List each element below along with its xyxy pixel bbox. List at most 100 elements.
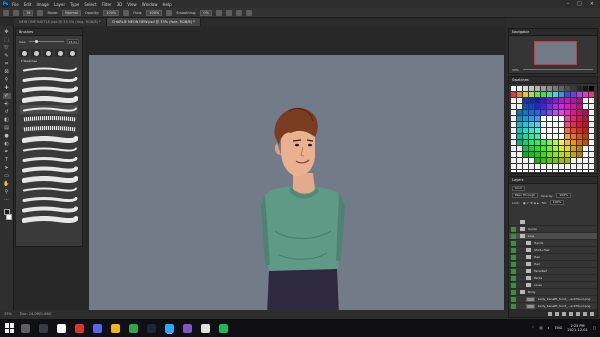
eye-icon[interactable]	[511, 289, 516, 295]
app-icon[interactable]	[183, 323, 192, 333]
color-wheel-swatches[interactable]	[511, 86, 595, 175]
network-icon[interactable]: ▥	[539, 326, 542, 330]
clock[interactable]: 2:25 PM 2021-12-01	[567, 324, 587, 333]
navigator-preview[interactable]	[534, 41, 577, 65]
layer-group-row[interactable]: Body	[509, 289, 597, 296]
eraser-tool-icon[interactable]: ◧	[3, 117, 11, 123]
new-group-icon[interactable]	[576, 311, 580, 316]
tab-document-2[interactable]: CHARLIE NEON NEW.psd @ 33% (fore, RGB/8)…	[106, 18, 201, 26]
eye-icon[interactable]	[511, 303, 516, 309]
type-tool-icon[interactable]: T	[3, 157, 11, 163]
airbrush-icon[interactable]	[166, 9, 173, 16]
brush-preset[interactable]	[20, 65, 78, 74]
menu-select[interactable]: Select	[84, 2, 96, 7]
quick-select-tool-icon[interactable]: ✎	[3, 53, 11, 59]
menu-file[interactable]: File	[12, 2, 19, 7]
mask-icon[interactable]	[562, 311, 566, 316]
minimize-icon[interactable]: –	[567, 1, 570, 7]
brush-preset[interactable]	[20, 175, 78, 184]
menu-help[interactable]: Help	[162, 2, 171, 7]
brush-size-slider-knob[interactable]	[35, 40, 39, 43]
healing-tool-icon[interactable]: ✚	[3, 85, 11, 91]
gear-icon[interactable]	[215, 9, 222, 16]
canvas-area[interactable]	[14, 26, 506, 315]
artboard[interactable]	[89, 55, 504, 315]
link-layers-icon[interactable]	[548, 311, 552, 316]
eye-icon[interactable]	[511, 275, 516, 281]
background-color-swatch[interactable]	[5, 214, 12, 220]
recent-brush-tip[interactable]	[67, 49, 77, 57]
layer-opacity-input[interactable]: 100%	[556, 193, 571, 198]
search-icon[interactable]	[21, 323, 30, 333]
color-swatches-grid[interactable]	[511, 86, 595, 175]
menu-type[interactable]: Type	[70, 2, 79, 7]
zoom-level[interactable]: 33%	[4, 310, 12, 319]
recent-brush-tip[interactable]	[19, 49, 29, 57]
brush-preset[interactable]	[20, 75, 78, 84]
task-view-icon[interactable]	[39, 323, 48, 333]
brush-settings-icon[interactable]	[37, 9, 44, 16]
menu-window[interactable]: Window	[142, 2, 158, 7]
menu-3d[interactable]: 3D	[117, 2, 123, 7]
media-icon[interactable]	[75, 323, 84, 333]
crop-tool-icon[interactable]: ⌗	[3, 61, 11, 67]
history-brush-tool-icon[interactable]: ↺	[3, 109, 11, 115]
layer-group-row[interactable]	[509, 219, 597, 226]
blur-tool-icon[interactable]: ●	[3, 133, 11, 139]
eye-icon[interactable]	[511, 261, 516, 267]
brush-preset[interactable]	[20, 145, 78, 154]
eye-icon[interactable]	[511, 233, 516, 239]
eye-icon[interactable]	[511, 240, 516, 246]
tab-document-1[interactable]: NEW ONE BATTLE.psd @ 33.3% (Img, RGB/8) …	[14, 18, 107, 26]
zoom-tool-icon[interactable]: ⚲	[3, 189, 11, 195]
obs-icon[interactable]	[57, 323, 66, 333]
marquee-tool-icon[interactable]: ⬚	[3, 37, 11, 43]
brush-preset[interactable]	[20, 185, 78, 194]
stamp-tool-icon[interactable]: ⎆	[3, 101, 11, 107]
eye-icon[interactable]	[511, 247, 516, 253]
pressure-size-icon[interactable]	[235, 9, 242, 16]
file-explorer-icon[interactable]	[111, 323, 120, 333]
flow-input[interactable]: 100%	[146, 9, 163, 16]
menu-filter[interactable]: Filter	[102, 2, 112, 7]
tray-chevron-icon[interactable]: ⌃	[531, 326, 534, 330]
adjustment-icon[interactable]	[569, 311, 573, 316]
eye-icon[interactable]	[511, 282, 516, 288]
lasso-tool-icon[interactable]: ➰	[3, 45, 11, 51]
opacity-input[interactable]: 100%	[103, 9, 120, 16]
frame-tool-icon[interactable]: ⊠	[3, 69, 11, 75]
brush-tool-icon[interactable]: ✐	[2, 93, 11, 99]
menu-edit[interactable]: Edit	[24, 2, 32, 7]
blend-mode-select[interactable]: Pass Through	[512, 193, 539, 198]
brush-tool-icon[interactable]	[13, 9, 19, 16]
menu-view[interactable]: View	[127, 2, 137, 7]
close-icon[interactable]: ×	[590, 1, 594, 7]
brush-size-value[interactable]: 16 px	[67, 39, 79, 44]
layer-group-row[interactable]: Hair	[509, 261, 597, 268]
layer-group-row[interactable]: Pants	[509, 275, 597, 282]
brush-preset[interactable]	[20, 85, 78, 94]
brush-preset[interactable]	[20, 205, 78, 214]
eye-icon[interactable]	[511, 296, 516, 302]
eyedropper-tool-icon[interactable]: ⚲	[3, 77, 11, 83]
brush-size-picker[interactable]: 16	[23, 9, 34, 16]
brush-preset[interactable]	[20, 125, 78, 134]
language-indicator[interactable]: ENG	[555, 326, 563, 330]
maximize-icon[interactable]: □	[577, 1, 582, 7]
shape-tool-icon[interactable]: ▭	[3, 173, 11, 179]
layer-filter-kind[interactable]: Kind	[512, 186, 525, 191]
recent-brush-tip[interactable]	[31, 49, 41, 57]
volume-icon[interactable]: 🔈︎	[548, 326, 550, 330]
eye-icon[interactable]	[511, 254, 516, 260]
brush-preset[interactable]	[20, 95, 78, 104]
eye-icon[interactable]	[511, 268, 516, 274]
recent-brush-tip[interactable]	[55, 49, 65, 57]
home-icon[interactable]	[3, 9, 9, 16]
layer-group-row[interactable]: Lines	[509, 282, 597, 289]
eye-icon[interactable]	[511, 220, 516, 225]
brush-preset[interactable]	[20, 135, 78, 144]
fx-icon[interactable]	[555, 311, 559, 316]
eye-icon[interactable]	[511, 226, 516, 232]
symmetry-icon[interactable]	[245, 9, 252, 16]
brush-preset[interactable]	[20, 165, 78, 174]
